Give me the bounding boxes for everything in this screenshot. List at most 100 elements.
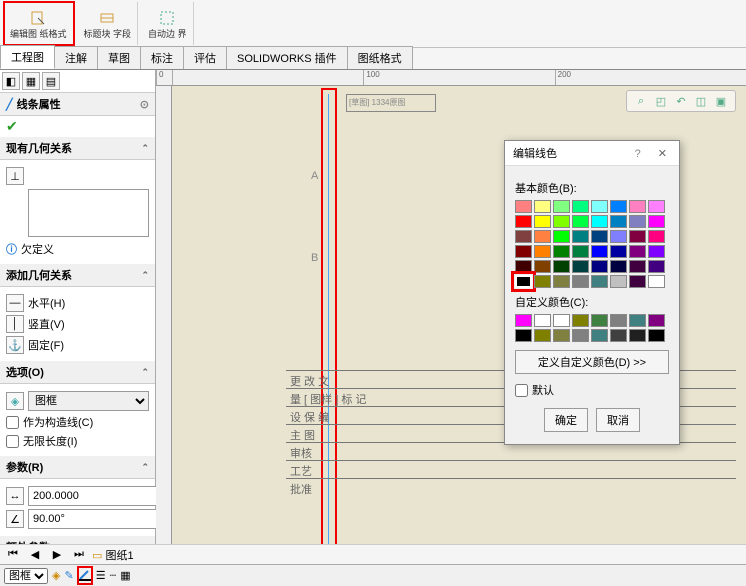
tab-dimension[interactable]: 标注 (140, 46, 184, 69)
cancel-button[interactable]: 取消 (596, 408, 640, 432)
color-swatch[interactable] (629, 275, 646, 288)
color-swatch[interactable] (534, 215, 551, 228)
ok-check-icon[interactable]: ✔ (6, 118, 149, 135)
params-header[interactable]: 参数(R) ⌃ (0, 456, 155, 479)
color-swatch[interactable] (515, 275, 532, 288)
title-block-button[interactable]: 标题块 字段 (78, 2, 139, 45)
color-swatch[interactable] (572, 329, 589, 342)
color-swatch[interactable] (572, 260, 589, 273)
line-color-tool[interactable] (78, 567, 92, 584)
color-swatch[interactable] (610, 260, 627, 273)
fm-tab-3[interactable]: ▤ (42, 72, 60, 90)
tab-drawing[interactable]: 工程图 (0, 45, 55, 69)
prev-sheet-icon[interactable]: ◀ (26, 547, 44, 563)
auto-border-button[interactable]: 自动边 界 (142, 2, 194, 45)
color-swatch[interactable] (591, 260, 608, 273)
prev-view-icon[interactable]: ↶ (673, 93, 689, 109)
color-swatch[interactable] (515, 200, 532, 213)
relations-listbox[interactable] (28, 189, 149, 237)
color-swatch[interactable] (629, 260, 646, 273)
color-swatch[interactable] (648, 260, 665, 273)
define-custom-button[interactable]: 定义自定义颜色(D) >> (515, 350, 669, 374)
line-color-icon[interactable]: ✎ (64, 569, 73, 582)
color-swatch[interactable] (591, 245, 608, 258)
color-swatch[interactable] (515, 314, 532, 327)
tab-evaluate[interactable]: 评估 (183, 46, 227, 69)
color-swatch[interactable] (515, 230, 532, 243)
color-swatch[interactable] (572, 230, 589, 243)
color-swatch[interactable] (553, 275, 570, 288)
color-swatch[interactable] (534, 329, 551, 342)
line-style-icon[interactable]: ┄ (110, 569, 117, 582)
color-swatch[interactable] (648, 329, 665, 342)
color-swatch[interactable] (629, 200, 646, 213)
help-button[interactable]: ? (635, 148, 641, 160)
color-swatch[interactable] (610, 200, 627, 213)
infinite-checkbox[interactable] (6, 435, 19, 448)
color-swatch[interactable] (553, 329, 570, 342)
hide-show-icon[interactable]: ▦ (120, 569, 130, 582)
color-swatch[interactable] (553, 230, 570, 243)
color-swatch[interactable] (629, 314, 646, 327)
layer-select[interactable]: 图框 (28, 391, 149, 411)
last-sheet-icon[interactable]: ⏭ (70, 547, 88, 563)
color-swatch[interactable] (648, 230, 665, 243)
color-swatch[interactable] (515, 215, 532, 228)
color-swatch[interactable] (515, 245, 532, 258)
color-swatch[interactable] (610, 215, 627, 228)
color-swatch[interactable] (610, 230, 627, 243)
color-swatch[interactable] (534, 200, 551, 213)
color-swatch[interactable] (648, 245, 665, 258)
construction-checkbox[interactable] (6, 416, 19, 429)
color-swatch[interactable] (610, 245, 627, 258)
pin-icon[interactable]: ⊙ (140, 98, 149, 111)
color-swatch[interactable] (648, 200, 665, 213)
fm-tab-1[interactable]: ◧ (2, 72, 20, 90)
layer-combo[interactable]: 图框 (4, 568, 48, 584)
sheet-tab[interactable]: ▭ 图纸1 (92, 547, 134, 563)
color-swatch[interactable] (591, 215, 608, 228)
color-swatch[interactable] (648, 275, 665, 288)
color-swatch[interactable] (610, 275, 627, 288)
color-swatch[interactable] (648, 314, 665, 327)
color-swatch[interactable] (534, 314, 551, 327)
color-swatch[interactable] (591, 329, 608, 342)
color-swatch[interactable] (553, 260, 570, 273)
default-checkbox[interactable] (515, 384, 528, 397)
color-swatch[interactable] (515, 329, 532, 342)
color-swatch[interactable] (534, 245, 551, 258)
color-swatch[interactable] (629, 329, 646, 342)
relation-horizontal[interactable]: — 水平(H) (6, 294, 149, 312)
display-style-icon[interactable]: ▣ (713, 93, 729, 109)
color-swatch[interactable] (534, 230, 551, 243)
line-thickness-icon[interactable]: ☰ (96, 569, 106, 582)
edit-sheet-format-button[interactable]: 编辑图 纸格式 (4, 2, 74, 45)
color-swatch[interactable] (553, 245, 570, 258)
tab-sheetformat[interactable]: 图纸格式 (347, 46, 413, 69)
color-swatch[interactable] (610, 329, 627, 342)
color-swatch[interactable] (572, 275, 589, 288)
color-swatch[interactable] (553, 215, 570, 228)
color-swatch[interactable] (591, 314, 608, 327)
color-swatch[interactable] (534, 275, 551, 288)
color-swatch[interactable] (534, 260, 551, 273)
relation-fixed[interactable]: ⚓ 固定(F) (6, 336, 149, 354)
color-swatch[interactable] (572, 200, 589, 213)
add-relations-header[interactable]: 添加几何关系 ⌃ (0, 264, 155, 287)
color-swatch[interactable] (610, 314, 627, 327)
next-sheet-icon[interactable]: ▶ (48, 547, 66, 563)
relation-vertical[interactable]: │ 竖直(V) (6, 315, 149, 333)
color-swatch[interactable] (572, 245, 589, 258)
color-swatch[interactable] (591, 230, 608, 243)
color-swatch[interactable] (572, 314, 589, 327)
layer-props-icon[interactable]: ◈ (52, 569, 60, 582)
ok-button[interactable]: 确定 (544, 408, 588, 432)
existing-relations-header[interactable]: 现有几何关系 ⌃ (0, 137, 155, 160)
first-sheet-icon[interactable]: ⏮ (4, 547, 22, 563)
color-swatch[interactable] (591, 200, 608, 213)
tab-sketch[interactable]: 草图 (97, 46, 141, 69)
color-swatch[interactable] (591, 275, 608, 288)
color-swatch[interactable] (515, 260, 532, 273)
zoom-fit-icon[interactable]: ⌕ (633, 93, 649, 109)
tab-annotate[interactable]: 注解 (54, 46, 98, 69)
